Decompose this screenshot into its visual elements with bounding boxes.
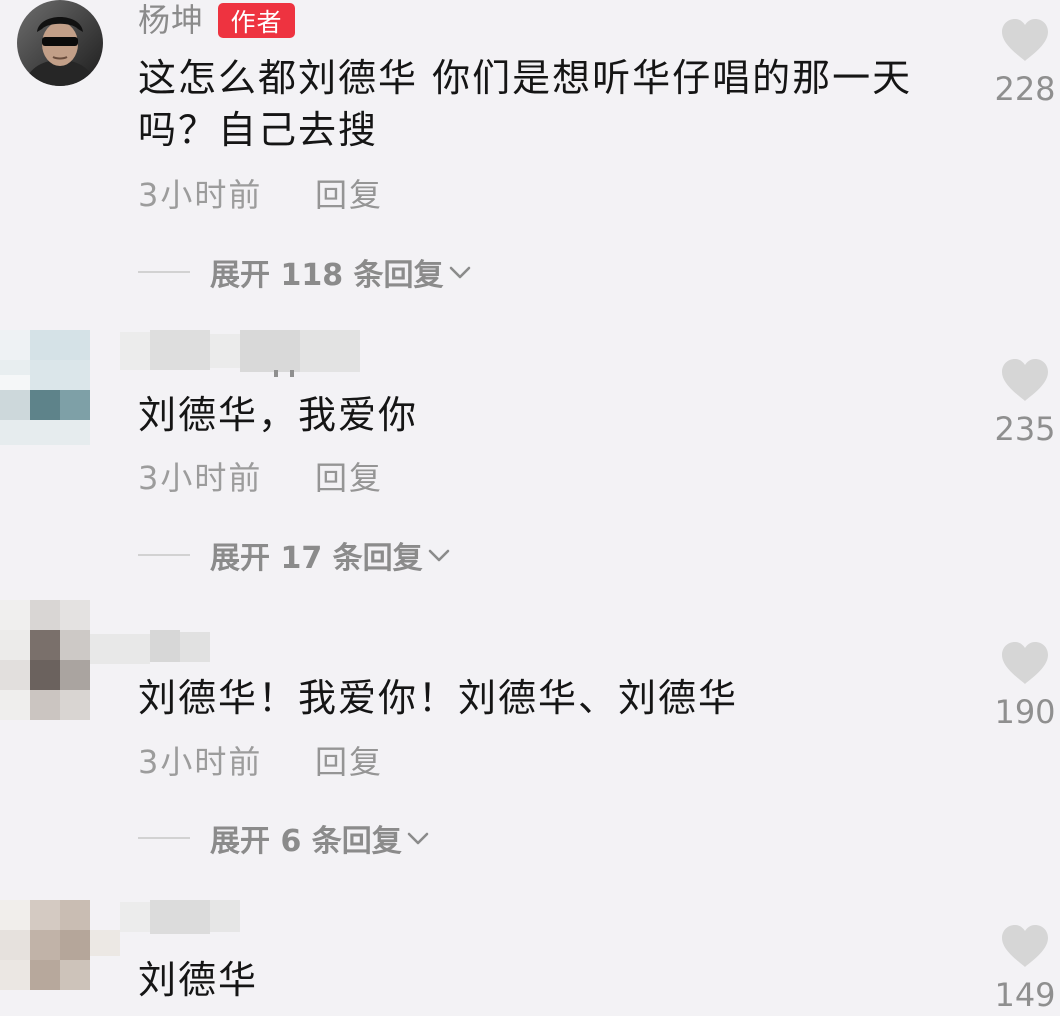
like-count: 235 [994,410,1056,448]
heart-icon [1002,19,1048,61]
pixelated-username [90,630,210,666]
author-badge: 作者 [218,3,295,38]
heart-icon [1002,359,1048,401]
comment-time: 3小时前 [138,176,263,214]
comment-text-line[interactable]: 刘德华，我爱你 [138,389,418,441]
expand-divider [138,271,190,273]
pixelated-username [120,330,360,380]
expand-replies-button[interactable]: 展开 6 条回复 [210,818,430,859]
expand-replies-button[interactable]: 展开 118 条回复 [210,252,472,293]
comment-text-line[interactable]: 这怎么都刘德华 你们是想听华仔唱的那一天 [138,52,912,104]
pixelated-username [120,900,240,936]
reply-button[interactable]: 回复 [315,175,383,215]
like-button[interactable]: 235 [990,358,1060,448]
like-count: 228 [994,70,1056,108]
like-button[interactable]: 190 [990,641,1060,731]
like-count: 149 [994,976,1056,1014]
chevron-down-icon [428,549,449,561]
pixelated-avatar[interactable] [0,900,120,990]
like-button[interactable]: 228 [990,18,1060,108]
comment-time: 3小时前 [138,459,263,497]
comment-author-name[interactable]: 杨坤 [138,0,204,40]
chevron-down-icon [407,832,429,844]
chevron-down-icon [449,266,470,278]
heart-icon [1002,925,1048,967]
expand-divider [138,554,190,556]
author-avatar[interactable] [17,0,103,86]
comment-text-line[interactable]: 刘德华 [138,954,258,1006]
heart-icon [1002,642,1048,684]
pixelated-avatar[interactable] [0,330,90,445]
comment-text-line[interactable]: 刘德华！我爱你！刘德华、刘德华 [138,672,738,724]
comment-text-line[interactable]: 吗？自己去搜 [138,104,378,156]
reply-button[interactable]: 回复 [315,742,383,782]
like-button[interactable]: 149 [990,924,1060,1014]
expand-divider [138,837,190,839]
expand-replies-label: 展开 118 条回复 [210,258,444,293]
pixelated-avatar[interactable] [0,600,90,720]
expand-replies-label: 展开 17 条回复 [210,541,423,576]
comment-time: 3小时前 [138,743,263,781]
avatar-photo [17,0,103,86]
expand-replies-label: 展开 6 条回复 [210,824,402,859]
expand-replies-button[interactable]: 展开 17 条回复 [210,535,451,576]
reply-button[interactable]: 回复 [315,458,383,498]
like-count: 190 [994,693,1056,731]
